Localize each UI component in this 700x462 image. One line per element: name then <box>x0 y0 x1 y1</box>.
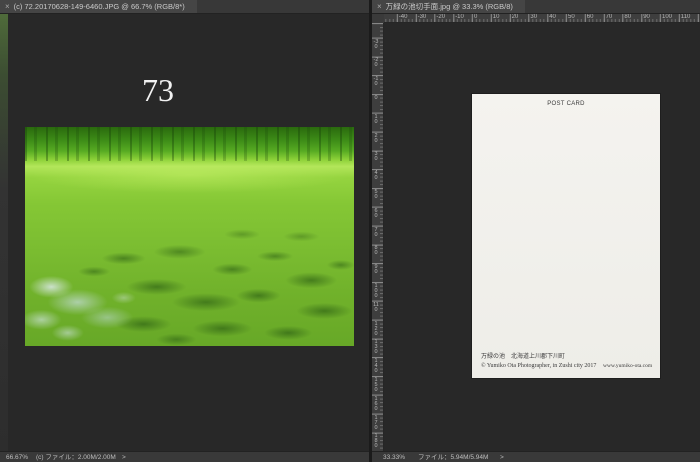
vertical-ruler-label: 150 <box>374 377 378 393</box>
left-document-window: × (c) 72.20170628-149-6460.JPG @ 66.7% (… <box>0 0 369 462</box>
right-status-bar: 33.33% ファイル：5.94M/5.94M > <box>372 451 700 462</box>
right-document-canvas[interactable]: POST CARD 万緑の池 北海道上川郡下川町 © Yumiko Ota Ph… <box>384 23 700 451</box>
left-status-bar: 66.67% (c) ファイル：2.00M/2.00M > <box>0 451 369 462</box>
postcard-website: www.yumiko-ota.com <box>603 363 653 369</box>
vertical-ruler-label: 0 <box>374 95 378 101</box>
right-document-tab[interactable]: × 万緑の池切手面.jpg @ 33.3% (RGB/8) <box>372 0 525 13</box>
vertical-ruler-label: -20 <box>373 57 379 69</box>
vertical-ruler-label: 120 <box>374 320 378 337</box>
horizontal-ruler-label: 100 <box>662 14 673 20</box>
vertical-ruler-label: 60 <box>374 207 378 219</box>
vertical-ruler-label: 130 <box>374 339 378 356</box>
vertical-ruler-label: 90 <box>374 264 378 276</box>
horizontal-ruler-label: -10 <box>455 14 464 20</box>
horizontal-ruler-label: 60 <box>586 14 594 20</box>
left-file-info: (c) ファイル：2.00M/2.00M <box>36 454 116 461</box>
horizontal-ruler-label: -40 <box>398 14 408 20</box>
vertical-ruler-label: -30 <box>373 38 379 50</box>
horizontal-ruler-label: 30 <box>530 14 538 20</box>
vertical-ruler[interactable]: -30 -20 -10 0 10 20 30 40 50 60 70 80 90 100 110 120 130… <box>372 23 384 451</box>
horizontal-ruler-label: 70 <box>605 14 613 20</box>
left-document-title: (c) 72.20170628-149-6460.JPG @ 66.7% (RG… <box>13 2 185 11</box>
canvas-number-text: 73 <box>142 72 174 108</box>
vertical-ruler-label: 180 <box>374 433 378 450</box>
vertical-ruler-label: 10 <box>374 113 378 125</box>
pond-photo <box>25 127 354 346</box>
close-icon[interactable]: × <box>5 0 10 13</box>
right-document-window: × 万緑の池切手面.jpg @ 33.3% (RGB/8) -40 -30 -20-… <box>372 0 700 462</box>
close-icon[interactable]: × <box>377 0 382 13</box>
vertical-ruler-label: 20 <box>374 132 378 144</box>
vertical-ruler-label: 40 <box>374 170 378 182</box>
adjacent-document-edge <box>0 14 8 451</box>
vertical-ruler-label: 170 <box>374 414 378 431</box>
vertical-ruler-label: 50 <box>374 189 378 200</box>
postcard-back: POST CARD 万緑の池 北海道上川郡下川町 © Yumiko Ota Ph… <box>472 94 660 378</box>
horizontal-ruler-label: 90 <box>643 14 650 20</box>
vertical-ruler-label: 100 <box>374 283 378 299</box>
vertical-ruler-label: 160 <box>374 395 378 412</box>
right-file-info: ファイル：5.94M/5.94M <box>418 454 489 461</box>
right-zoom-field[interactable]: 33.33% <box>383 453 405 462</box>
right-document-title: 万緑の池切手面.jpg @ 33.3% (RGB/8) <box>385 2 513 11</box>
horizontal-ruler-label: 20 <box>511 14 519 20</box>
ruler-origin-corner[interactable] <box>372 14 384 23</box>
horizontal-ruler[interactable]: -40 -30 -20 -10 0 10 20 30 40 50 60 70 80 90 100 110 <box>384 14 700 23</box>
horizontal-ruler-label: -30 <box>417 14 427 20</box>
horizontal-ruler-label: 110 <box>680 14 691 20</box>
vertical-ruler-label: 70 <box>374 226 378 238</box>
postcard-credit: © Yumiko Ota Photographer, in Zushi city… <box>481 363 597 369</box>
postcard-caption: 万緑の池 北海道上川郡下川町 <box>481 354 566 360</box>
horizontal-ruler-label: 50 <box>568 14 575 20</box>
horizontal-ruler-label: -20 <box>436 14 446 20</box>
horizontal-ruler-label: 0 <box>474 14 478 20</box>
chevron-right-icon[interactable]: > <box>500 453 504 462</box>
chevron-right-icon[interactable]: > <box>122 453 126 462</box>
left-tab-bar: × (c) 72.20170628-149-6460.JPG @ 66.7% (… <box>0 0 369 14</box>
horizontal-ruler-label: 40 <box>549 14 556 20</box>
left-zoom-field[interactable]: 66.67% <box>6 453 28 462</box>
vertical-ruler-label: 110 <box>373 301 379 313</box>
horizontal-ruler-label: 80 <box>624 14 632 20</box>
vertical-ruler-label: -10 <box>373 76 379 88</box>
left-document-canvas[interactable]: 73 <box>8 14 369 451</box>
right-tab-bar: × 万緑の池切手面.jpg @ 33.3% (RGB/8) <box>372 0 700 14</box>
vertical-ruler-label: 30 <box>374 151 378 163</box>
postcard-header: POST CARD <box>547 101 585 107</box>
vertical-ruler-label: 140 <box>374 358 378 375</box>
left-document-tab[interactable]: × (c) 72.20170628-149-6460.JPG @ 66.7% (… <box>0 0 197 13</box>
horizontal-ruler-label: 10 <box>492 14 500 20</box>
vertical-ruler-label: 80 <box>374 245 378 257</box>
